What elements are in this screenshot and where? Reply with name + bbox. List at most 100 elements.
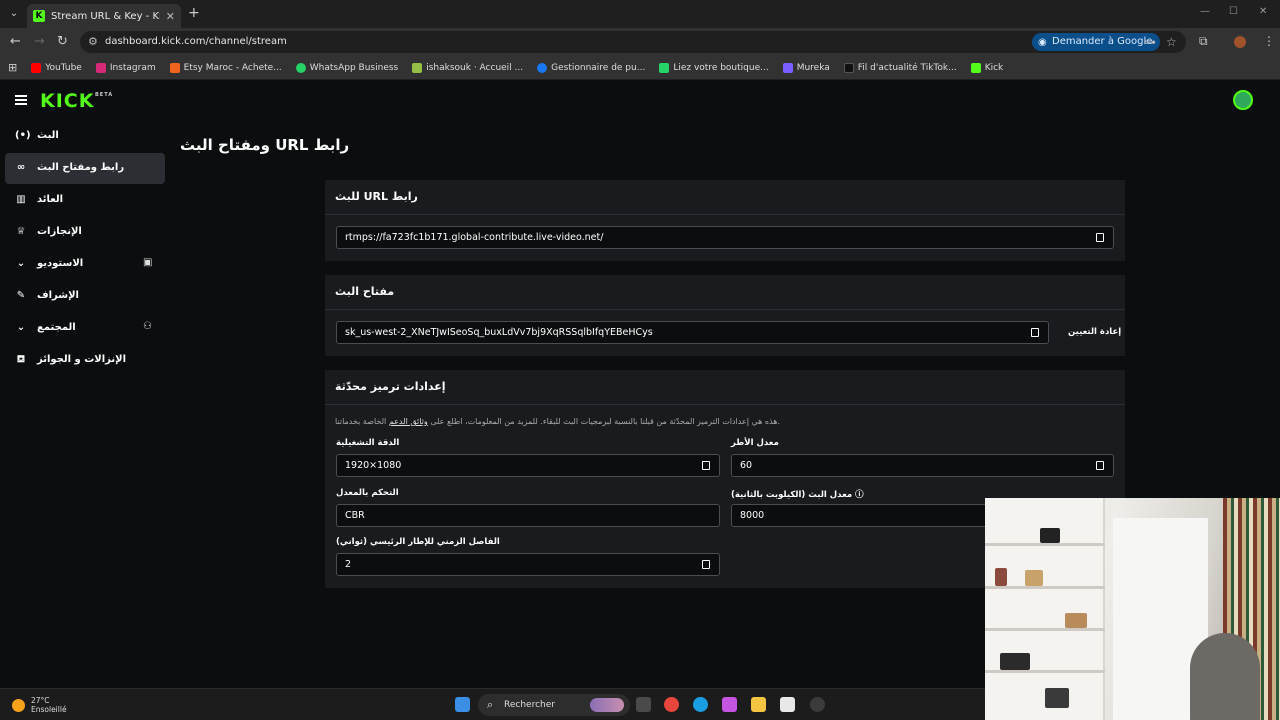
hamburger-menu-icon[interactable]	[15, 95, 27, 105]
sidebar-item-studio[interactable]: ⌄ الاستوديو ▣	[5, 249, 165, 280]
sidebar-item-label: الإنجازات	[37, 226, 82, 237]
sidebar-item-achievements[interactable]: ♕ الإنجازات	[5, 217, 165, 248]
stream-key-field[interactable]: sk_us-west-2_XNeTJwISeoSq_buxLdVv7bj9XqR…	[336, 321, 1049, 344]
bookmark-whatsapp[interactable]: WhatsApp Business	[295, 62, 399, 73]
bookmark-label: WhatsApp Business	[309, 62, 399, 73]
reload-icon[interactable]: ↻	[57, 34, 68, 50]
sidebar-item-drops[interactable]: ⛾ الإنزالات و الجوائز	[5, 345, 165, 376]
meta-icon	[537, 62, 548, 73]
taskbar-search[interactable]: ⌕ Rechercher	[478, 694, 630, 716]
user-avatar[interactable]	[1233, 90, 1253, 110]
keyframe-value[interactable]: 2	[345, 559, 351, 570]
framerate-value[interactable]: 60	[740, 460, 752, 471]
copy-icon[interactable]	[702, 461, 710, 470]
bookmark-meta[interactable]: Gestionnaire de pu...	[537, 62, 645, 73]
bitrate-value[interactable]: 8000	[740, 510, 764, 521]
temperature: 27°C	[31, 696, 50, 705]
kick-logo[interactable]: KICK BETA	[40, 90, 112, 112]
sidebar-item-stream[interactable]: (•) البث	[5, 121, 165, 152]
bookmark-instagram[interactable]: Instagram	[95, 62, 156, 73]
description-text: هذه هي إعدادات الترميز المحدّثة من قبلنا…	[430, 417, 778, 426]
browser-tab[interactable]: K Stream URL & Key - Kick Dashb ✕	[27, 4, 181, 28]
url-text[interactable]: dashboard.kick.com/channel/stream	[105, 36, 287, 47]
gift-icon: ⛾	[16, 354, 26, 365]
browser-tab-strip: ⌄ K Stream URL & Key - Kick Dashb ✕ + — …	[0, 0, 1280, 28]
bookmark-liez[interactable]: Liez votre boutique...	[659, 62, 769, 73]
apps-grid-icon[interactable]: ⊞	[8, 61, 17, 74]
task-view-icon[interactable]	[636, 697, 651, 712]
bookmark-mureka[interactable]: Mureka	[782, 62, 830, 73]
profile-avatar[interactable]	[1234, 36, 1246, 48]
sidebar-item-revenue[interactable]: ▥ العائد	[5, 185, 165, 216]
minimize-icon[interactable]: —	[1200, 6, 1210, 17]
stream-url-value[interactable]: rtmps://fa723fc1b171.global-contribute.l…	[345, 232, 603, 243]
support-docs-link[interactable]: وثائق الدعم	[389, 417, 428, 426]
close-window-icon[interactable]: ✕	[1259, 6, 1267, 17]
rate-control-field[interactable]: CBR	[336, 504, 720, 527]
new-tab-icon[interactable]: +	[188, 6, 200, 20]
bookmark-label: YouTube	[45, 62, 82, 73]
maximize-icon[interactable]: ☐	[1229, 6, 1238, 17]
kick-favicon-icon: K	[33, 10, 45, 22]
bookmark-label: Mureka	[796, 62, 830, 73]
keyframe-field[interactable]: 2	[336, 553, 720, 576]
bookmark-etsy[interactable]: Etsy Maroc - Achete...	[169, 62, 282, 73]
stream-key-card: مفتاح البث sk_us-west-2_XNeTJwISeoSq_bux…	[325, 275, 1125, 356]
trophy-icon: ♕	[16, 226, 26, 237]
bookmark-label: ishaksouk · Accueil ...	[426, 62, 524, 73]
copy-icon[interactable]	[702, 560, 710, 569]
stream-key-value[interactable]: sk_us-west-2_XNeTJwISeoSq_buxLdVv7bj9XqR…	[345, 327, 653, 338]
webcam-overlay	[985, 498, 1280, 720]
chevron-down-icon: ⌄	[16, 322, 26, 333]
resolution-value[interactable]: 1920×1080	[345, 460, 401, 471]
copy-icon[interactable]	[1096, 233, 1104, 242]
address-bar[interactable]: ⚙ dashboard.kick.com/channel/stream ◉ De…	[80, 31, 1186, 53]
tab-title: Stream URL & Key - Kick Dashb	[51, 10, 160, 22]
rate-control-value[interactable]: CBR	[345, 510, 365, 521]
ask-google-label: Demander à Google	[1052, 36, 1153, 47]
stream-url-field[interactable]: rtmps://fa723fc1b171.global-contribute.l…	[336, 226, 1114, 249]
obs-icon[interactable]	[810, 697, 825, 712]
sidebar-item-moderation[interactable]: ✎ الإشراف	[5, 281, 165, 312]
search-placeholder: Rechercher	[504, 700, 555, 710]
bookmark-tiktok[interactable]: Fil d'actualité TikTok...	[843, 62, 957, 73]
info-icon[interactable]: ⓘ	[855, 490, 864, 500]
back-icon[interactable]: ←	[10, 34, 21, 50]
windows-start-icon[interactable]	[455, 697, 470, 712]
copilot-icon[interactable]	[722, 697, 737, 712]
file-explorer-icon[interactable]	[751, 697, 766, 712]
sidebar-item-stream-key[interactable]: ∞ رابط ومفتاح البث	[5, 153, 165, 184]
sidebar: (•) البث ∞ رابط ومفتاح البث ▥ العائد ♕ ا…	[0, 121, 170, 681]
store-app-icon[interactable]	[780, 697, 795, 712]
reset-key-button[interactable]: إعادة التعيين	[1068, 327, 1121, 337]
weather-widget[interactable]: 27°C Ensoleillé	[12, 696, 67, 714]
studio-window-icon: ▣	[143, 257, 153, 268]
copy-icon[interactable]	[1031, 328, 1039, 337]
chrome-icon[interactable]	[664, 697, 679, 712]
close-tab-icon[interactable]: ✕	[166, 10, 175, 23]
framerate-label: معدل الأطر	[731, 438, 779, 448]
copy-icon[interactable]	[1096, 461, 1104, 470]
bookmark-youtube[interactable]: YouTube	[31, 62, 82, 73]
ask-google-button[interactable]: ◉ Demander à Google	[1032, 33, 1161, 51]
logo-text: KICK	[40, 90, 95, 112]
bookmark-label: Fil d'actualité TikTok...	[857, 62, 957, 73]
bookmark-kick[interactable]: Kick	[970, 62, 1003, 73]
password-icon[interactable]: ⊶	[1144, 35, 1156, 49]
sidebar-item-label: الإنزالات و الجوائز	[37, 354, 127, 365]
bookmark-shopify[interactable]: ishaksouk · Accueil ...	[412, 62, 524, 73]
bitrate-label: معدل البث (الكيلوبت بالثانية) ⓘ	[731, 488, 864, 500]
framerate-field[interactable]: 60	[731, 454, 1114, 477]
edge-icon[interactable]	[693, 697, 708, 712]
encoder-heading: إعدادات ترميز محدّثة	[325, 370, 1125, 405]
bookmark-star-icon[interactable]: ☆	[1166, 35, 1177, 49]
resolution-field[interactable]: 1920×1080	[336, 454, 720, 477]
forward-icon[interactable]: →	[34, 34, 45, 50]
tab-search-icon[interactable]: ⌄	[6, 6, 22, 22]
extensions-icon[interactable]: ⧉	[1199, 34, 1208, 49]
menu-kebab-icon[interactable]: ⋮	[1263, 34, 1275, 48]
site-info-icon[interactable]: ⚙	[88, 35, 98, 48]
youtube-icon	[31, 62, 42, 73]
bookmarks-bar: ⊞ YouTube Instagram Etsy Maroc - Achete.…	[0, 56, 1280, 80]
sidebar-item-community[interactable]: ⌄ المجتمع ⚇	[5, 313, 165, 344]
